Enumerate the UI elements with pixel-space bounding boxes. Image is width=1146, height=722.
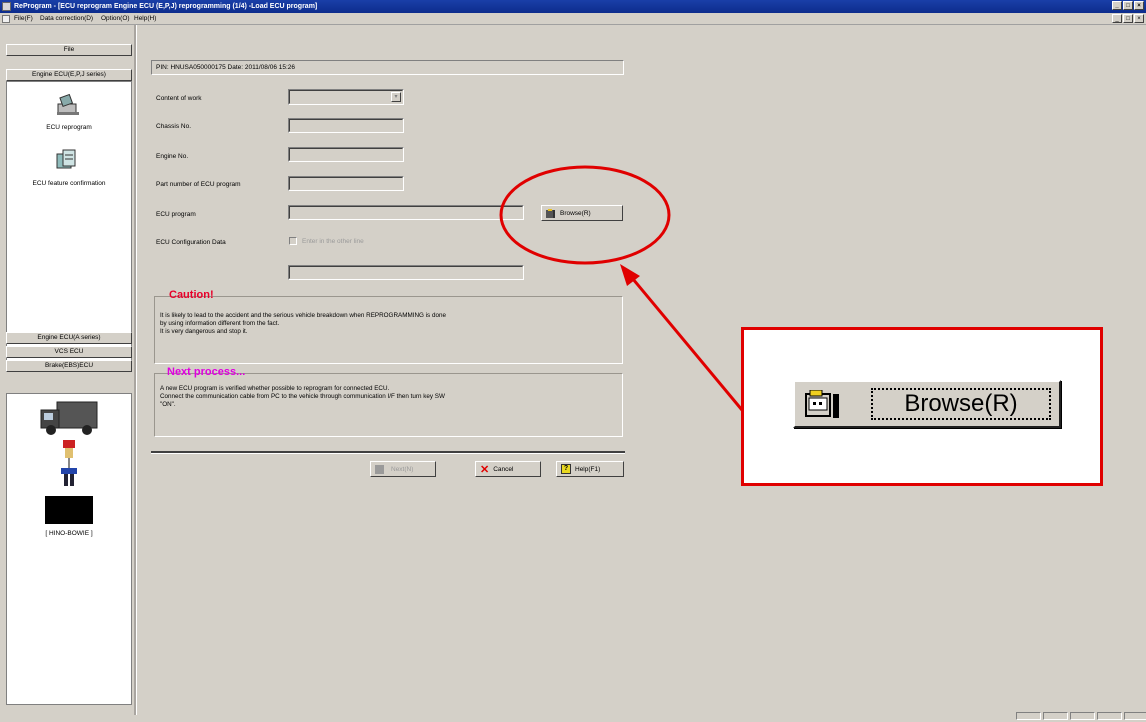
annotation-arrow bbox=[626, 272, 744, 411]
highlight-ellipse bbox=[499, 165, 671, 265]
browse-icon bbox=[805, 390, 839, 418]
zoom-callout: Browse(R) bbox=[741, 327, 1103, 486]
zoomed-browse-label: Browse(R) bbox=[871, 388, 1051, 420]
zoomed-browse-button[interactable]: Browse(R) bbox=[793, 380, 1061, 428]
